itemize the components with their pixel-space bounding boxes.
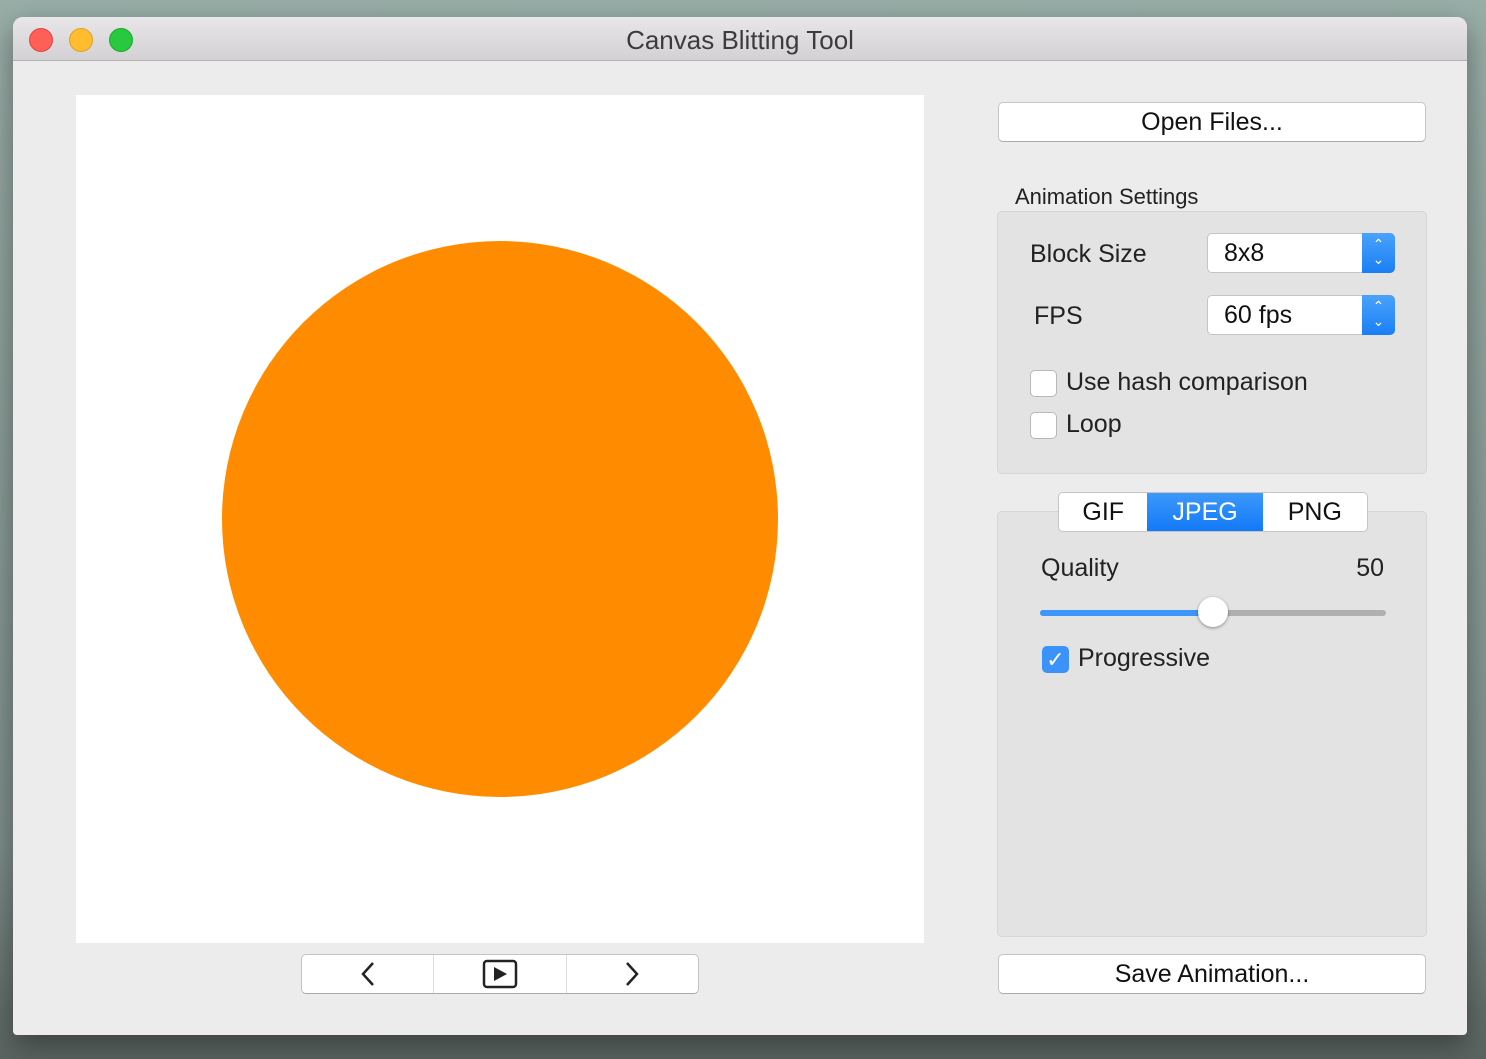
open-files-button[interactable]: Open Files... xyxy=(998,102,1426,142)
tab-png[interactable]: PNG xyxy=(1263,493,1367,531)
play-button[interactable] xyxy=(434,955,567,993)
checkmark-icon: ✓ xyxy=(1046,647,1065,672)
chevron-right-icon xyxy=(626,962,640,986)
chevron-left-icon xyxy=(360,962,374,986)
tab-gif[interactable]: GIF xyxy=(1059,493,1147,531)
orange-circle xyxy=(222,241,778,797)
hash-comparison-checkbox[interactable] xyxy=(1030,370,1057,397)
tab-jpeg[interactable]: JPEG xyxy=(1147,493,1263,531)
updown-chevron-icon: ⌃ ⌄ xyxy=(1362,295,1395,335)
window-title: Canvas Blitting Tool xyxy=(626,25,854,55)
block-size-value: 8x8 xyxy=(1224,239,1265,267)
fps-value: 60 fps xyxy=(1224,301,1293,329)
save-animation-button[interactable]: Save Animation... xyxy=(998,954,1426,994)
playback-controls xyxy=(301,954,699,994)
block-size-select[interactable]: 8x8 ⌃ ⌄ xyxy=(1207,233,1395,273)
app-window: Canvas Blitting Tool Open Files... Anima… xyxy=(13,17,1467,1035)
quality-value: 50 xyxy=(1356,554,1384,582)
title-bar: Canvas Blitting Tool xyxy=(13,17,1467,61)
updown-chevron-icon: ⌃ ⌄ xyxy=(1362,233,1395,273)
animation-settings-box: Block Size 8x8 ⌃ ⌄ FPS 60 fps ⌃ ⌄ Use hash c… xyxy=(997,211,1427,474)
format-tabs: GIF JPEG PNG xyxy=(1058,492,1368,532)
previous-frame-button[interactable] xyxy=(302,955,435,993)
fps-select[interactable]: 60 fps ⌃ ⌄ xyxy=(1207,295,1395,335)
progressive-label: Progressive xyxy=(1078,644,1210,672)
progressive-checkbox[interactable]: ✓ xyxy=(1042,646,1069,673)
block-size-label: Block Size xyxy=(1030,240,1147,268)
loop-label: Loop xyxy=(1066,410,1122,438)
fps-label: FPS xyxy=(1034,302,1083,330)
quality-slider[interactable] xyxy=(1040,597,1386,627)
quality-label: Quality xyxy=(1041,554,1119,582)
animation-settings-title: Animation Settings xyxy=(1015,184,1199,209)
format-settings-box: Quality 50 ✓ Progressive xyxy=(997,511,1427,937)
quality-slider-knob[interactable] xyxy=(1198,597,1228,627)
play-icon xyxy=(482,959,518,989)
loop-checkbox[interactable] xyxy=(1030,412,1057,439)
hash-comparison-label: Use hash comparison xyxy=(1066,368,1308,396)
preview-canvas xyxy=(76,95,924,943)
quality-slider-fill xyxy=(1040,610,1213,616)
next-frame-button[interactable] xyxy=(567,955,698,993)
